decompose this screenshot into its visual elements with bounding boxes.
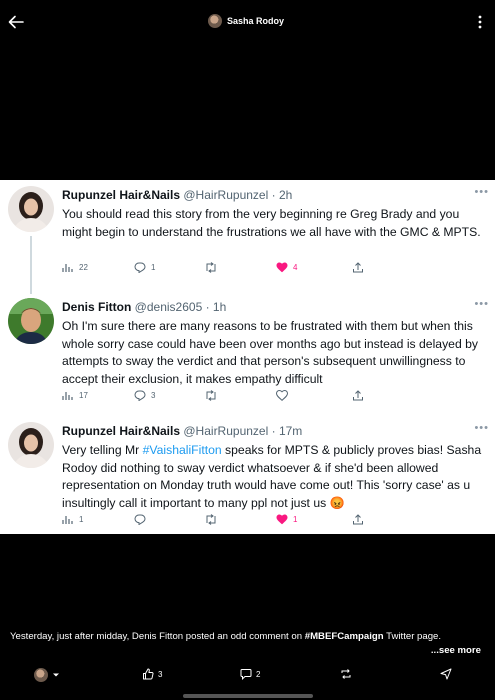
tweet-actions: 22 1 4 [62, 262, 482, 278]
reply-button[interactable]: 1 [134, 262, 155, 273]
tweet-more-icon[interactable]: ••• [474, 186, 489, 198]
tweet-avatar[interactable] [8, 298, 54, 344]
heart-filled-icon [276, 262, 288, 273]
tweet-display-name[interactable]: Denis Fitton [62, 300, 131, 314]
thumbs-up-icon [143, 668, 154, 680]
like-count: 4 [293, 263, 298, 272]
tweet[interactable]: Rupunzel Hair&Nails @HairRupunzel · 17m … [0, 420, 495, 532]
retweet-icon [206, 514, 216, 525]
retweet-button[interactable] [204, 262, 223, 273]
reply-icon [134, 390, 146, 401]
views-icon [62, 516, 73, 524]
tweet-header: Denis Fitton @denis2605 · 1h [62, 300, 227, 314]
like-button[interactable] [276, 390, 293, 401]
views-count: 17 [79, 391, 88, 400]
share-button[interactable] [352, 514, 364, 525]
hashtag-link[interactable]: #VaishaliFitton [143, 443, 222, 457]
tweet-text: Oh I'm sure there are many reasons to be… [62, 319, 478, 386]
top-bar: Sasha Rodoy [0, 0, 495, 44]
tweet-more-icon[interactable]: ••• [474, 298, 489, 310]
tweet-time: 1h [212, 300, 227, 314]
chevron-down-icon [53, 673, 59, 677]
reply-icon [134, 262, 146, 273]
author-name: Sasha Rodoy [227, 16, 285, 26]
views-button[interactable]: 17 [62, 390, 88, 401]
tweet[interactable]: Rupunzel Hair&Nails @HairRupunzel · 2h •… [0, 184, 495, 284]
caption-text: Twitter page. [383, 631, 442, 642]
tweet-header: Rupunzel Hair&Nails @HairRupunzel · 17m [62, 424, 303, 438]
post-comment-count: 2 [256, 669, 261, 679]
retweet-icon [206, 390, 216, 401]
tweet-handle[interactable]: @HairRupunzel [183, 424, 268, 438]
tweet-avatar[interactable] [8, 186, 54, 232]
share-button[interactable] [352, 262, 364, 273]
views-icon [62, 264, 73, 272]
retweet-button[interactable] [204, 390, 223, 401]
caption-text: Yesterday, just after midday, Denis Fitt… [10, 631, 305, 642]
tweet-handle[interactable]: @denis2605 [135, 300, 203, 314]
reply-icon [134, 514, 146, 525]
tweet-text-part: Very telling Mr [62, 443, 143, 457]
reply-count: 3 [151, 391, 156, 400]
tweet-more-icon[interactable]: ••• [474, 422, 489, 434]
share-icon [353, 390, 363, 401]
tweet-avatar[interactable] [8, 422, 54, 468]
retweet-button[interactable] [204, 514, 223, 525]
post-like-count: 3 [158, 669, 163, 679]
tweet-handle[interactable]: @HairRupunzel [183, 188, 268, 202]
reply-count: 1 [151, 263, 156, 272]
post-author[interactable]: Sasha Rodoy [208, 14, 284, 28]
heart-outline-icon [276, 390, 288, 401]
home-indicator [183, 694, 313, 698]
comment-icon [240, 669, 252, 680]
tweet-actions: 17 3 [62, 390, 482, 406]
see-more-link[interactable]: ...see more [431, 645, 481, 656]
share-icon [353, 262, 363, 273]
share-button[interactable] [352, 390, 364, 401]
share-icon [353, 514, 363, 525]
tweet-actions: 1 1 [62, 514, 482, 530]
heart-filled-icon [276, 514, 288, 525]
repost-button[interactable] [340, 668, 352, 680]
tweet-thread-image: Rupunzel Hair&Nails @HairRupunzel · 2h •… [0, 180, 495, 534]
like-button[interactable]: 4 [276, 262, 297, 273]
views-button[interactable]: 22 [62, 262, 88, 273]
repost-icon [341, 669, 351, 679]
tweet-header: Rupunzel Hair&Nails @HairRupunzel · 2h [62, 188, 293, 202]
comment-button[interactable]: 2 [240, 668, 260, 680]
tweet-text: You should read this story from the very… [62, 207, 481, 239]
tweet-display-name[interactable]: Rupunzel Hair&Nails [62, 424, 180, 438]
tweet-time: 2h [278, 188, 293, 202]
reply-button[interactable] [134, 514, 151, 525]
like-post-button[interactable]: 3 [142, 668, 162, 680]
like-count: 1 [293, 515, 298, 524]
tweet[interactable]: Denis Fitton @denis2605 · 1h ••• Oh I'm … [0, 296, 495, 408]
reply-button[interactable]: 3 [134, 390, 155, 401]
more-vertical-icon[interactable] [474, 12, 486, 32]
tweet-time: 17m [278, 424, 303, 438]
like-button[interactable]: 1 [276, 514, 297, 525]
send-icon [440, 668, 452, 680]
views-count: 1 [79, 515, 84, 524]
send-button[interactable] [440, 668, 452, 680]
retweet-icon [206, 262, 216, 273]
views-count: 22 [79, 263, 88, 272]
back-arrow-icon[interactable] [6, 12, 26, 32]
caption-hashtag[interactable]: #MBEFCampaign [305, 631, 384, 642]
tweet-text: Very telling Mr #VaishaliFitton speaks f… [62, 442, 482, 512]
post-caption: Yesterday, just after midday, Denis Fitt… [10, 630, 480, 643]
user-avatar [34, 668, 48, 682]
views-button[interactable]: 1 [62, 514, 83, 525]
tweet-display-name[interactable]: Rupunzel Hair&Nails [62, 188, 180, 202]
reaction-as-selector[interactable] [34, 668, 60, 682]
views-icon [62, 392, 73, 400]
author-avatar [208, 14, 222, 28]
